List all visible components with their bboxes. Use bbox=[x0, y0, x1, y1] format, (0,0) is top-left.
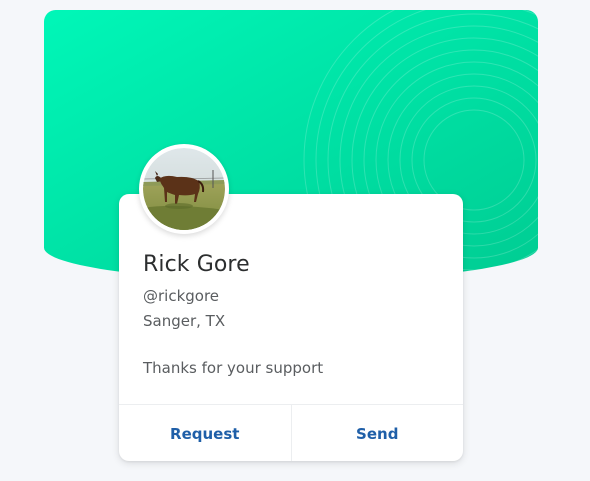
send-button[interactable]: Send bbox=[292, 405, 464, 461]
card-actions: Request Send bbox=[119, 404, 463, 461]
request-button[interactable]: Request bbox=[119, 405, 292, 461]
profile-name: Rick Gore bbox=[143, 252, 250, 277]
profile-message: Thanks for your support bbox=[143, 359, 324, 377]
avatar bbox=[139, 144, 229, 234]
horse-photo-icon bbox=[143, 148, 225, 230]
profile-card: Rick Gore @rickgore Sanger, TX Thanks fo… bbox=[119, 194, 463, 461]
profile-location: Sanger, TX bbox=[143, 312, 226, 330]
profile-handle: @rickgore bbox=[143, 287, 220, 305]
